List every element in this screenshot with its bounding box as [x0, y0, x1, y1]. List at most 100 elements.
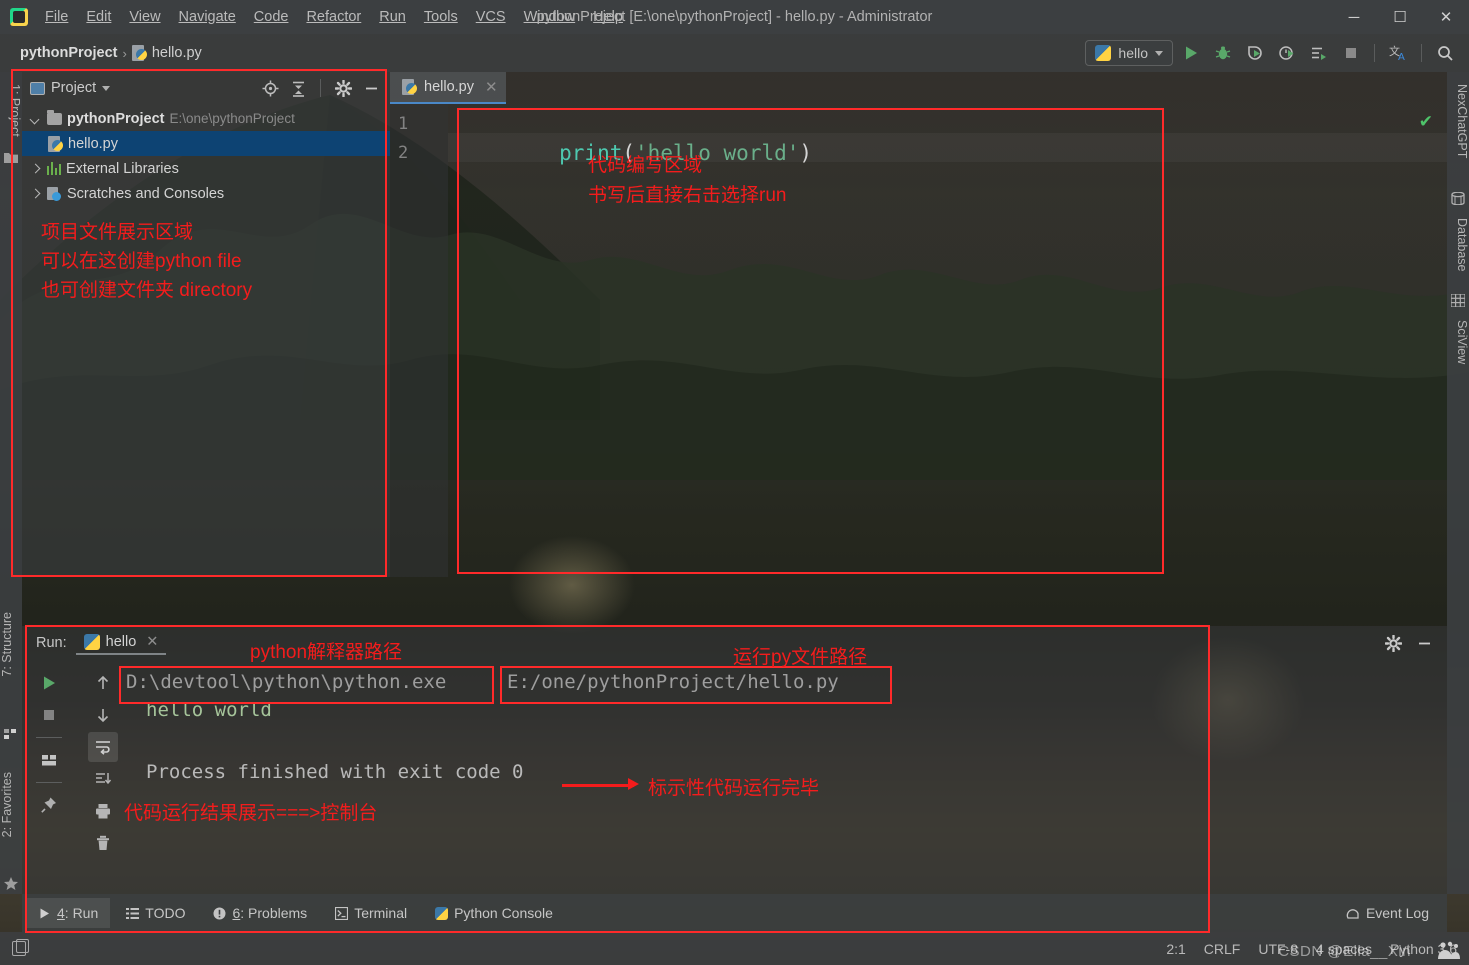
status-bar-right[interactable]: 2:1 CRLF UTF-8 4 spaces Python 3.6: [1166, 941, 1457, 957]
soft-wrap-icon[interactable]: [88, 732, 118, 762]
main-toolbar-actions[interactable]: 文 A: [1177, 34, 1459, 72]
sidebar-item-nexchatgpt[interactable]: NexChatGPT: [1447, 78, 1469, 158]
menu-help[interactable]: Help: [584, 6, 632, 28]
menu-code[interactable]: Code: [245, 6, 298, 28]
line-separator[interactable]: CRLF: [1204, 941, 1241, 957]
bottom-item-problems[interactable]: 6: Problems: [201, 898, 319, 928]
status-bar-left[interactable]: [12, 941, 26, 956]
menu-refactor[interactable]: Refactor: [297, 6, 370, 28]
bottom-item-terminal[interactable]: Terminal: [323, 898, 419, 928]
sidebar-item-project[interactable]: 1: Project: [0, 78, 22, 137]
breadcrumb[interactable]: pythonProject › hello.py: [20, 45, 202, 61]
pin-icon[interactable]: [34, 790, 64, 820]
bottom-item-run[interactable]: 4: Run: [26, 898, 110, 928]
bottom-item-todo[interactable]: TODO: [114, 898, 197, 928]
toolbar-divider-2: [36, 782, 62, 783]
run-toolbar-column-left[interactable]: [22, 660, 76, 906]
annotation-editor-2: 书写后直接右击选择run: [588, 180, 786, 207]
menu-vcs[interactable]: VCS: [467, 6, 515, 28]
sidebar-item-favorites[interactable]: 2: Favorites: [0, 772, 22, 843]
editor-tab-bar[interactable]: hello.py ✕: [390, 72, 1447, 104]
copy-documents-icon[interactable]: [12, 941, 26, 956]
gear-icon[interactable]: [1382, 632, 1404, 654]
editor-gutter[interactable]: 1 2: [390, 104, 448, 577]
breadcrumb-project[interactable]: pythonProject: [20, 45, 117, 61]
close-button[interactable]: ✕: [1423, 0, 1469, 34]
run-with-console-icon[interactable]: [1305, 39, 1333, 67]
menu-window[interactable]: Window: [515, 6, 585, 28]
library-icon: [47, 162, 61, 175]
caret-position[interactable]: 2:1: [1166, 941, 1185, 957]
chevron-right-icon[interactable]: [28, 162, 42, 176]
breadcrumb-file[interactable]: hello.py: [152, 45, 202, 61]
close-icon[interactable]: ✕: [146, 634, 158, 650]
menu-file[interactable]: File: [36, 6, 77, 28]
chevron-down-icon[interactable]: [102, 86, 110, 91]
structure-icon[interactable]: [4, 727, 18, 739]
star-icon[interactable]: [4, 877, 18, 889]
code-line-1[interactable]: print('hello world'): [458, 110, 812, 139]
menu-edit[interactable]: Edit: [77, 6, 120, 28]
print-icon[interactable]: [88, 796, 118, 826]
hide-icon[interactable]: [1413, 632, 1435, 654]
project-window-icon: [30, 82, 45, 95]
sidebar-item-sciview[interactable]: SciView: [1447, 314, 1469, 364]
minimize-button[interactable]: ─: [1331, 0, 1377, 34]
tab-hello-py[interactable]: hello.py ✕: [390, 72, 506, 104]
project-tree[interactable]: pythonProject E:\one\pythonProject hello…: [22, 104, 390, 206]
folder-icon[interactable]: [4, 150, 18, 162]
stop-icon[interactable]: [34, 700, 64, 730]
main-menu[interactable]: File Edit View Navigate Code Refactor Ru…: [36, 0, 632, 34]
menu-navigate[interactable]: Navigate: [170, 6, 245, 28]
run-coverage-icon[interactable]: [1241, 39, 1269, 67]
rerun-icon[interactable]: [34, 668, 64, 698]
run-toolbar-column-right[interactable]: [76, 660, 130, 906]
chevron-down-icon[interactable]: [28, 112, 42, 126]
maximize-button[interactable]: ☐: [1377, 0, 1423, 34]
run-configuration-selector[interactable]: hello: [1085, 40, 1173, 66]
stop-icon[interactable]: [1337, 39, 1365, 67]
menu-tools[interactable]: Tools: [415, 6, 467, 28]
menu-run[interactable]: Run: [370, 6, 415, 28]
tree-row-scratches-and-consoles[interactable]: Scratches and Consoles: [22, 181, 390, 206]
python-console-icon: [435, 907, 448, 920]
tree-row-external-libraries[interactable]: External Libraries: [22, 156, 390, 181]
up-arrow-icon[interactable]: [88, 668, 118, 698]
collapse-all-icon[interactable]: [287, 77, 309, 99]
panel-divider: [320, 79, 321, 97]
indent-setting[interactable]: 4 spaces: [1316, 941, 1372, 957]
window-controls[interactable]: ─ ☐ ✕: [1331, 0, 1469, 34]
inspection-status-icon[interactable]: ✔: [1419, 112, 1433, 132]
layout-icon[interactable]: [34, 745, 64, 775]
trash-icon[interactable]: [88, 828, 118, 858]
profile-icon[interactable]: [1273, 39, 1301, 67]
bottom-item-python-console-label: Python Console: [454, 905, 553, 921]
sidebar-item-database[interactable]: Database: [1447, 212, 1469, 272]
locate-icon[interactable]: [259, 77, 281, 99]
chevron-right-icon[interactable]: [28, 187, 42, 201]
gear-icon[interactable]: [332, 77, 354, 99]
status-bar: 2:1 CRLF UTF-8 4 spaces Python 3.6: [0, 932, 1469, 965]
scroll-to-end-icon[interactable]: [88, 764, 118, 794]
menu-view[interactable]: View: [120, 6, 169, 28]
close-icon[interactable]: ✕: [485, 78, 498, 96]
search-icon[interactable]: [1431, 39, 1459, 67]
database-icon[interactable]: [1451, 192, 1465, 204]
run-panel-label: Run:: [36, 635, 67, 651]
run-panel-toolbar[interactable]: [22, 660, 130, 906]
debug-icon[interactable]: [1209, 39, 1237, 67]
hide-icon[interactable]: [360, 77, 382, 99]
event-log-button[interactable]: Event Log: [1346, 905, 1429, 921]
project-tool-window: Project: [22, 72, 390, 577]
translate-icon[interactable]: 文 A: [1384, 39, 1412, 67]
annotation-arrow-line: [562, 784, 634, 787]
sidebar-item-structure[interactable]: 7: Structure: [0, 612, 22, 683]
down-arrow-icon[interactable]: [88, 700, 118, 730]
sciview-grid-icon[interactable]: [1451, 294, 1465, 306]
run-icon[interactable]: [1177, 39, 1205, 67]
bottom-item-python-console[interactable]: Python Console: [423, 898, 565, 928]
tree-row-project-root[interactable]: pythonProject E:\one\pythonProject: [22, 106, 390, 131]
tree-row-hello-py[interactable]: hello.py: [22, 131, 390, 156]
file-encoding[interactable]: UTF-8: [1258, 941, 1298, 957]
run-tab-hello[interactable]: hello ✕: [76, 631, 167, 655]
